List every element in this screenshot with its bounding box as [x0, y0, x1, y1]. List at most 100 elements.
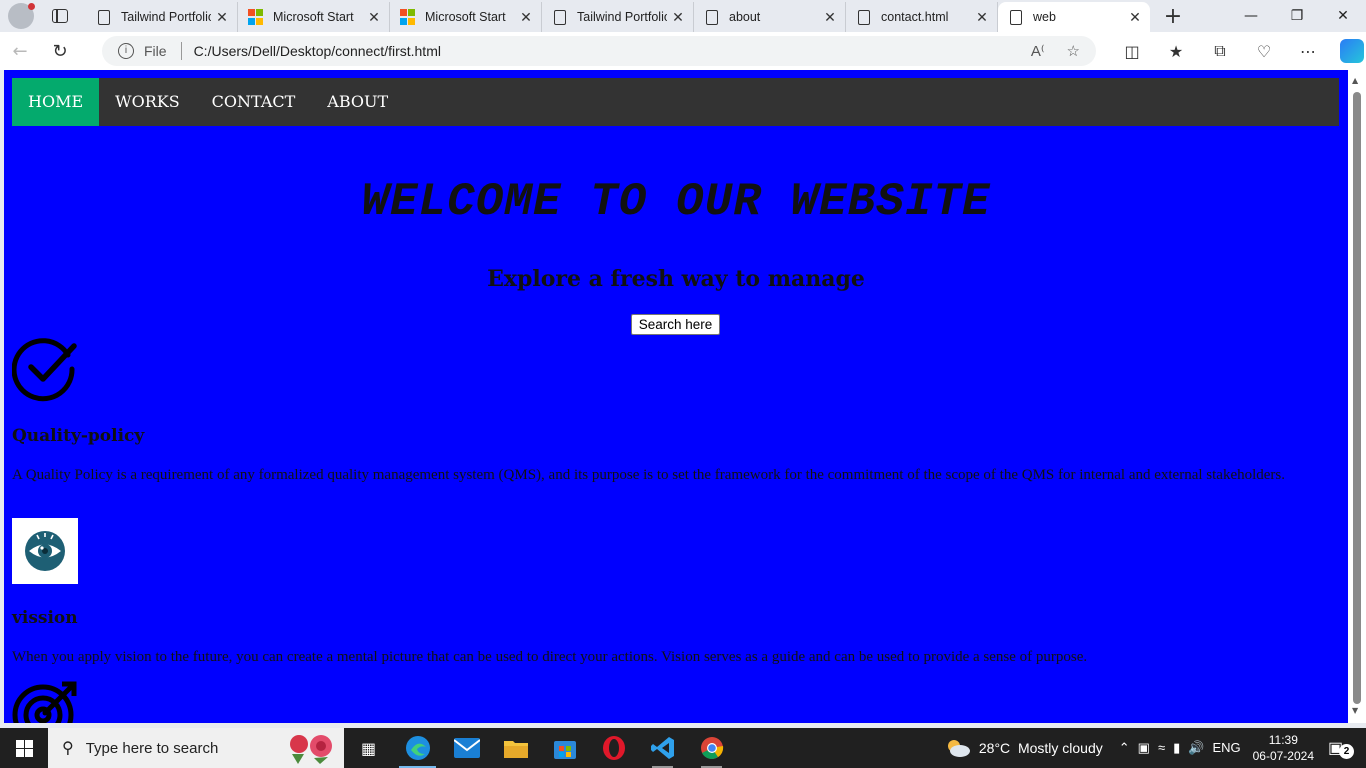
close-icon[interactable]: ✕ — [1128, 9, 1142, 26]
minimize-icon[interactable]: — — [1228, 0, 1274, 32]
search-placeholder: Type here to search — [85, 739, 219, 757]
back-button[interactable]: ← — [0, 41, 40, 62]
close-icon[interactable]: ✕ — [823, 9, 837, 26]
tab-title: Tailwind Portfolio — [121, 10, 211, 24]
feature-title: vission — [12, 608, 78, 628]
divider — [180, 42, 182, 60]
system-tray: 28°C Mostly cloudy ⌃ ▣ ≈ ▮ 🔊 ENG 11:39 0… — [945, 728, 1366, 768]
favorites-icon[interactable]: ★ — [1154, 42, 1198, 61]
feature-title: Quality-policy — [12, 426, 145, 446]
close-icon[interactable]: ✕ — [215, 9, 229, 26]
chevron-up-icon[interactable]: ⌃ — [1119, 740, 1130, 756]
windows-start-icon[interactable] — [0, 739, 48, 757]
refresh-button[interactable]: ↻ — [40, 41, 80, 62]
microsoft-store-icon[interactable] — [540, 728, 589, 768]
nav-link-home[interactable]: HOME — [12, 78, 100, 126]
site-navbar: HOME WORKS CONTACT ABOUT — [12, 78, 1339, 126]
language-indicator[interactable]: ENG — [1212, 740, 1240, 756]
microsoft-icon — [400, 9, 416, 25]
close-icon[interactable]: ✕ — [671, 9, 685, 26]
url-text[interactable]: C:/Users/Dell/Desktop/connect/first.html — [194, 43, 1031, 59]
scheme-label: File — [144, 43, 167, 59]
close-icon[interactable]: ✕ — [367, 9, 381, 26]
chrome-icon[interactable] — [687, 728, 736, 768]
eye-icon — [12, 518, 78, 584]
tab-title: Microsoft Start — [425, 10, 506, 24]
search-icon: ⚲ — [62, 740, 74, 757]
clock[interactable]: 11:39 06-07-2024 — [1253, 732, 1314, 764]
nav-link-works[interactable]: WORKS — [99, 78, 196, 126]
volume-icon[interactable]: 🔊 — [1188, 740, 1204, 756]
battery-icon[interactable]: ▮ — [1173, 740, 1180, 756]
page-scrollbar[interactable]: ▲ ▼ — [1348, 70, 1366, 723]
browser-essentials-icon[interactable]: ♡ — [1242, 42, 1286, 61]
tab-title: web — [1033, 10, 1056, 24]
restore-icon[interactable]: ❐ — [1274, 0, 1320, 32]
browser-tab[interactable]: Tailwind Portfolio ✕ — [542, 2, 694, 32]
notifications-button[interactable]: ▣ 2 — [1328, 738, 1356, 759]
browser-tab[interactable]: Tailwind Portfolio ✕ — [86, 2, 238, 32]
edge-browser-icon[interactable] — [393, 728, 442, 768]
notification-count-badge: 2 — [1339, 744, 1354, 759]
vscode-icon[interactable] — [638, 728, 687, 768]
hero-subtitle: Explore a fresh way to manage — [487, 266, 865, 292]
page-icon — [706, 9, 718, 25]
feature-text: A Quality Policy is a requirement of any… — [12, 467, 1286, 483]
opera-icon[interactable] — [589, 728, 638, 768]
target-icon — [12, 681, 77, 723]
collections-icon[interactable]: ⧉ — [1198, 41, 1242, 61]
nav-link-about[interactable]: ABOUT — [311, 78, 404, 126]
hero-title: WELCOME TO OUR WEBSITE — [361, 176, 991, 228]
windows-taskbar: ⚲ Type here to search ▦ 28°C Mostly clou… — [0, 728, 1366, 768]
page-viewport: HOME WORKS CONTACT ABOUT WELCOME TO OUR … — [4, 70, 1348, 723]
clock-time: 11:39 — [1268, 733, 1298, 747]
more-options-icon[interactable]: ⋯ — [1286, 42, 1330, 61]
new-tab-button[interactable]: + — [1158, 4, 1188, 29]
wifi-icon[interactable]: ≈ — [1158, 740, 1165, 756]
favorite-star-icon[interactable]: ☆ — [1067, 42, 1080, 60]
read-aloud-icon[interactable]: A⁽ — [1031, 42, 1045, 60]
cloud-sun-icon — [947, 740, 970, 757]
close-icon[interactable]: ✕ — [519, 9, 533, 26]
close-icon[interactable]: ✕ — [975, 9, 989, 26]
file-explorer-icon[interactable] — [491, 728, 540, 768]
taskbar-search-box[interactable]: ⚲ Type here to search — [48, 728, 344, 768]
scrollbar-thumb[interactable] — [1353, 92, 1361, 704]
split-screen-icon[interactable]: ◫ — [1110, 42, 1154, 61]
close-window-icon[interactable]: ✕ — [1320, 0, 1366, 32]
browser-tab-bar: Tailwind Portfolio ✕ Microsoft Start ✕ M… — [0, 0, 1366, 32]
page-icon — [98, 9, 110, 25]
profile-avatar[interactable] — [8, 3, 35, 29]
browser-tab[interactable]: Microsoft Start ✕ — [390, 2, 542, 32]
weather-condition: Mostly cloudy — [1017, 740, 1103, 756]
clock-date: 06-07-2024 — [1252, 749, 1314, 763]
page-icon — [1010, 9, 1022, 25]
weather-widget[interactable]: 28°C Mostly cloudy — [945, 739, 1103, 757]
window-controls: — ❐ ✕ — [1228, 0, 1366, 32]
roses-decoration-icon — [290, 735, 332, 764]
browser-tab[interactable]: about ✕ — [694, 2, 846, 32]
task-view-icon[interactable]: ▦ — [344, 728, 393, 768]
browser-tools: ◫ ★ ⧉ ♡ ⋯ — [1110, 32, 1364, 70]
tab-title: Microsoft Start — [273, 10, 354, 24]
info-icon[interactable]: i — [118, 43, 134, 59]
microsoft-icon — [248, 9, 264, 25]
page-icon — [554, 9, 566, 25]
nav-link-contact[interactable]: CONTACT — [196, 78, 312, 126]
meet-now-icon[interactable]: ▣ — [1138, 740, 1150, 756]
browser-tab[interactable]: contact.html ✕ — [846, 2, 998, 32]
tab-title: about — [729, 10, 761, 24]
search-button[interactable]: Search here — [631, 314, 720, 335]
tab-title: contact.html — [881, 10, 949, 24]
weather-temperature: 28°C — [978, 740, 1011, 756]
address-bar[interactable]: i File C:/Users/Dell/Desktop/connect/fir… — [102, 36, 1096, 66]
feature-text: When you apply vision to the future, you… — [12, 649, 1088, 665]
mail-icon[interactable] — [442, 728, 491, 768]
browser-tab-active[interactable]: web ✕ — [998, 2, 1150, 32]
tab-title: Tailwind Portfolio — [577, 10, 667, 24]
copilot-icon[interactable] — [1340, 39, 1364, 63]
tab-actions-icon[interactable] — [52, 9, 68, 23]
scroll-up-icon[interactable]: ▲ — [1352, 76, 1358, 85]
scroll-down-icon[interactable]: ▼ — [1352, 706, 1358, 715]
browser-tab[interactable]: Microsoft Start ✕ — [238, 2, 390, 32]
